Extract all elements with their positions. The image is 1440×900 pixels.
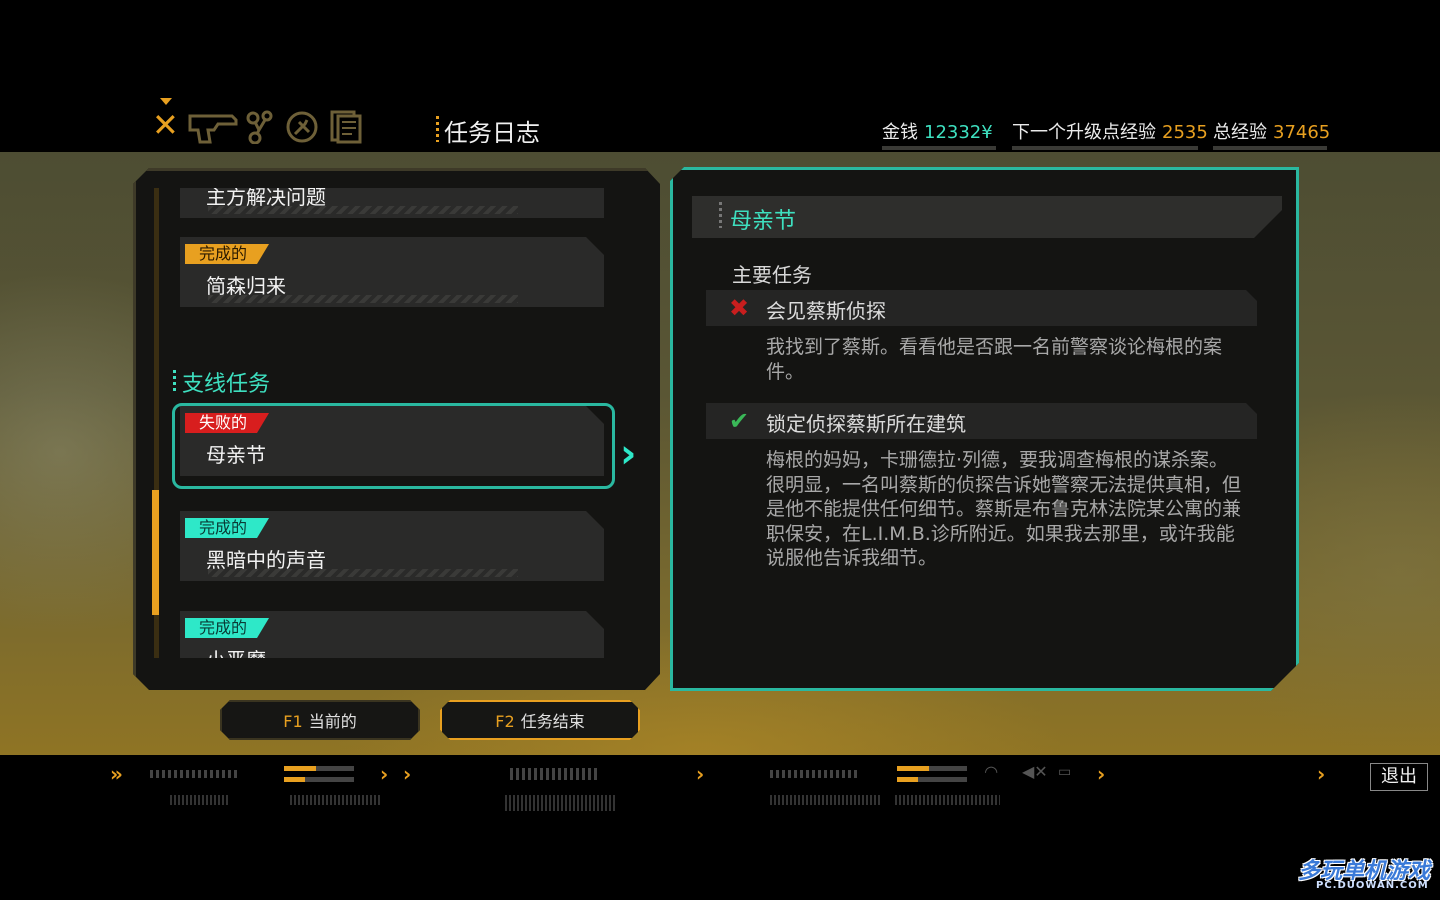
- quest-item-partial[interactable]: 主方解决问题: [180, 188, 604, 218]
- quest-item[interactable]: 完成的 小恶魔: [180, 611, 604, 658]
- exit-button[interactable]: 退出: [1370, 763, 1428, 791]
- status-badge-completed: 完成的: [185, 244, 269, 264]
- watermark-url: PC.DUOWAN.COM: [1316, 880, 1429, 891]
- objective-title: 会见蔡斯侦探: [766, 299, 886, 323]
- section-header-side-quests: 支线任务: [182, 372, 271, 397]
- detail-title: 母亲节: [730, 209, 797, 234]
- money-value: 12332¥: [924, 122, 993, 143]
- speaker-muted-icon: ◀✕: [1022, 762, 1048, 781]
- money-label: 金钱: [882, 122, 918, 143]
- quest-stripe-decoration: [208, 206, 518, 214]
- objective-description: 我找到了蔡斯。看看他是否跟一名前警察谈论梅根的案件。: [766, 336, 1223, 383]
- hud-noise-text: [895, 795, 1000, 805]
- quest-name: 小恶魔: [206, 644, 266, 658]
- status-badge-completed: 完成的: [185, 618, 269, 638]
- wifi-signal-icon: ◠: [985, 762, 998, 781]
- hud-status-bar: [284, 777, 354, 782]
- next-level-xp-stat: 下一个升级点经验 2535: [1012, 118, 1208, 150]
- documents-icon[interactable]: [328, 110, 364, 152]
- tab-current[interactable]: F1 当前的: [220, 700, 420, 740]
- tab-label: 任务结束: [520, 712, 585, 731]
- chevron-right-icon: ›: [380, 762, 389, 786]
- double-chevron-right-icon: »: [110, 762, 123, 786]
- page-title: 任务日志: [444, 119, 540, 147]
- total-xp-value: 37465: [1273, 122, 1331, 143]
- title-tick-decoration: [436, 116, 439, 142]
- augmentation-icon[interactable]: [245, 110, 275, 152]
- hud-noise-text: [770, 770, 860, 778]
- hud-status-bar-fill: [284, 766, 316, 771]
- hud-status-bar: [897, 766, 967, 771]
- hud-noise-text: [770, 795, 880, 805]
- total-xp-stat: 总经验 37465: [1213, 118, 1331, 150]
- failed-cross-icon: ✖: [729, 294, 750, 322]
- quest-list-scroll-thumb[interactable]: [152, 490, 159, 615]
- hud-noise-text: [290, 795, 380, 805]
- checkmark-icon: ✔: [729, 407, 750, 435]
- hud-status-bar: [897, 777, 967, 782]
- quest-stripe-decoration: [208, 569, 518, 577]
- section-tick-decoration: [173, 370, 176, 394]
- hud-status-bar: [284, 766, 354, 771]
- detail-tick-decoration: [719, 202, 722, 228]
- main-task-label: 主要任务: [732, 263, 812, 287]
- status-badge-completed: 完成的: [185, 518, 269, 538]
- chevron-right-icon: ›: [403, 762, 412, 786]
- quest-item[interactable]: 完成的 黑暗中的声音: [180, 511, 604, 581]
- next-level-xp-value: 2535: [1162, 122, 1208, 143]
- quest-log-icon[interactable]: ✕: [152, 108, 179, 142]
- map-icon[interactable]: [285, 110, 319, 152]
- chevron-right-icon: ›: [696, 762, 705, 786]
- chevron-right-icon: ›: [1317, 762, 1326, 786]
- objective-title: 锁定侦探蔡斯所在建筑: [766, 412, 966, 436]
- total-xp-label: 总经验: [1213, 122, 1267, 143]
- hud-status-bar-fill: [897, 777, 918, 782]
- tab-key: F2: [495, 712, 515, 731]
- weapon-icon[interactable]: [188, 110, 238, 152]
- objective-description: 梅根的妈妈，卡珊德拉·列德，要我调查梅根的谋杀案。很明显，一名叫蔡斯的侦探告诉她…: [766, 449, 1242, 569]
- quest-item[interactable]: 完成的 简森归来: [180, 237, 604, 307]
- quest-stripe-decoration: [208, 295, 518, 303]
- selected-quest-highlight: [172, 403, 615, 489]
- money-stat: 金钱 12332¥: [882, 118, 996, 150]
- tab-key: F1: [283, 712, 303, 731]
- hud-noise-text: [510, 768, 600, 780]
- hud-noise-text: [170, 795, 230, 805]
- battery-icon: ▭: [1058, 764, 1072, 780]
- tab-finished[interactable]: F2 任务结束: [440, 700, 640, 740]
- chevron-right-icon: ›: [620, 431, 637, 477]
- next-level-xp-label: 下一个升级点经验: [1012, 122, 1156, 143]
- tab-label: 当前的: [308, 712, 357, 731]
- chevron-right-icon: ›: [1097, 762, 1106, 786]
- hud-noise-text: [150, 770, 240, 778]
- hud-noise-text: [505, 795, 615, 811]
- hud-status-bar-fill: [897, 766, 929, 771]
- active-tab-marker-icon: [160, 98, 172, 105]
- hud-status-bar-fill: [284, 777, 305, 782]
